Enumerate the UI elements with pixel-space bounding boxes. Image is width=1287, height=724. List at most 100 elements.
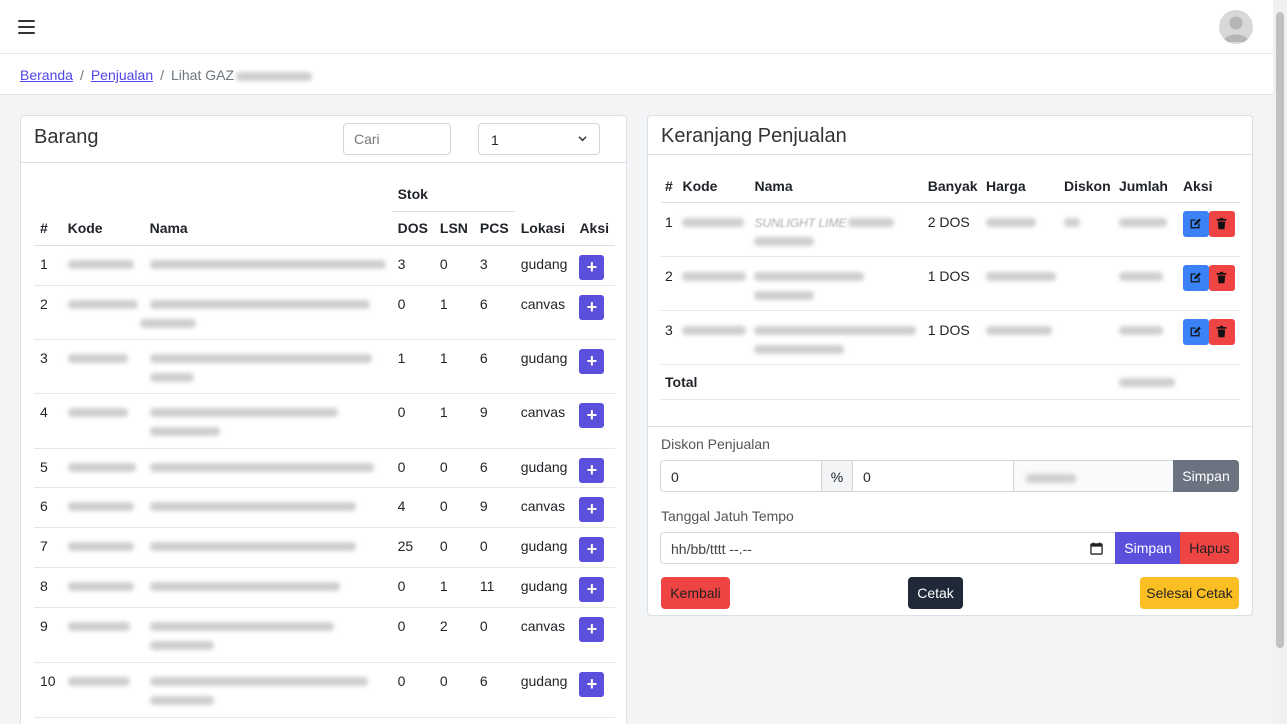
page-select[interactable]: 1 — [478, 123, 600, 155]
table-row: 6 4 0 9 canvas + — [34, 487, 616, 528]
cell-dos: 0 — [391, 285, 434, 340]
add-to-cart-button[interactable]: + — [579, 576, 605, 602]
cell-lokasi: gudang — [514, 245, 574, 286]
header-lokasi: Lokasi — [514, 211, 574, 246]
edit-icon — [1191, 218, 1202, 229]
table-row: 1 SUNLIGHT LIME 2 DOS — [661, 202, 1240, 257]
header-lsn: LSN — [433, 211, 474, 246]
add-to-cart-button[interactable]: + — [579, 671, 605, 697]
calendar-icon[interactable] — [1090, 542, 1103, 555]
chevron-down-icon — [578, 136, 587, 142]
search-input[interactable] — [343, 123, 451, 155]
page-scrollbar[interactable] — [1273, 0, 1287, 724]
add-to-cart-button[interactable]: + — [579, 254, 605, 280]
delete-button[interactable] — [1208, 264, 1235, 291]
selesai-cetak-button[interactable]: Selesai Cetak — [1140, 577, 1239, 609]
simpan-tempo-button[interactable]: Simpan — [1115, 532, 1181, 564]
cell-kode — [61, 245, 144, 286]
edit-button[interactable] — [1182, 318, 1209, 345]
cell-no: 4 — [34, 393, 62, 449]
menu-icon[interactable] — [18, 20, 35, 34]
diskon-percent-input[interactable]: 0 — [660, 460, 822, 492]
cell-pcs: 6 — [473, 285, 515, 340]
cell-diskon — [1059, 310, 1115, 365]
cell-no: 2 — [661, 256, 679, 311]
scrollbar-thumb[interactable] — [1276, 12, 1284, 648]
cell-kode — [61, 285, 144, 340]
breadcrumb-separator: / — [79, 67, 84, 83]
cell-lsn: 1 — [433, 339, 474, 394]
simpan-diskon-button[interactable]: Simpan — [1173, 460, 1239, 492]
barang-table: Stok # Kode Nama DOS LSN PCS Lokasi Aksi… — [34, 177, 616, 718]
breadcrumb-penjualan[interactable]: Penjualan — [91, 67, 153, 83]
cell-lsn: 0 — [433, 527, 474, 568]
cell-pcs: 3 — [473, 245, 515, 286]
cell-nama — [139, 285, 392, 340]
header-kode: Kode — [678, 170, 751, 203]
add-to-cart-button[interactable]: + — [579, 294, 605, 320]
cell-nama — [143, 339, 392, 394]
edit-button[interactable] — [1182, 264, 1209, 291]
breadcrumb-home[interactable]: Beranda — [20, 67, 73, 83]
tempo-date-input[interactable]: hh/bb/tttt --.-- — [660, 532, 1116, 564]
cell-dos: 4 — [391, 487, 434, 528]
cell-no: 2 — [34, 285, 62, 340]
cell-kode — [61, 393, 144, 449]
cell-no: 9 — [34, 607, 62, 663]
edit-button[interactable] — [1182, 210, 1209, 237]
cell-lokasi: canvas — [514, 607, 574, 663]
cell-harga — [981, 310, 1060, 365]
cell-dos: 25 — [391, 527, 434, 568]
cell-no: 1 — [34, 245, 62, 286]
cell-harga — [981, 256, 1060, 311]
cell-kode — [61, 487, 144, 528]
diskon-amount-input[interactable]: 0 — [852, 460, 1014, 492]
header-diskon: Diskon — [1059, 170, 1115, 203]
cell-nama: SUNLIGHT LIME — [750, 202, 924, 257]
table-row: 9 0 2 0 canvas + — [34, 607, 616, 663]
cell-kode — [678, 256, 751, 311]
header-kode: Kode — [61, 211, 144, 246]
total-label: Total — [661, 364, 1115, 400]
cell-no: 1 — [661, 202, 679, 257]
kembali-button[interactable]: Kembali — [661, 577, 730, 609]
cell-pcs: 11 — [473, 567, 515, 608]
add-to-cart-button[interactable]: + — [579, 496, 605, 522]
add-to-cart-button[interactable]: + — [579, 457, 605, 483]
cell-jumlah — [1114, 202, 1179, 257]
cell-nama — [143, 393, 392, 449]
cell-dos: 0 — [391, 393, 434, 449]
cell-dos: 1 — [391, 339, 434, 394]
cell-diskon — [1059, 256, 1115, 311]
add-to-cart-button[interactable]: + — [579, 402, 605, 428]
keranjang-card: Keranjang Penjualan # Kode Nama Banyak H… — [647, 115, 1253, 616]
header-no: # — [34, 211, 62, 246]
add-to-cart-button[interactable]: + — [579, 536, 605, 562]
cell-dos: 0 — [391, 607, 434, 663]
cell-kode — [61, 607, 144, 663]
delete-button[interactable] — [1208, 210, 1235, 237]
cetak-button[interactable]: Cetak — [908, 577, 963, 609]
cell-jumlah — [1114, 310, 1179, 365]
divider — [648, 426, 1252, 427]
cell-dos: 3 — [391, 245, 434, 286]
cell-nama — [143, 245, 392, 286]
cell-lsn: 2 — [433, 607, 474, 663]
diskon-label: Diskon Penjualan — [661, 436, 770, 452]
cell-no: 8 — [34, 567, 62, 608]
add-to-cart-button[interactable]: + — [579, 616, 605, 642]
hapus-tempo-button[interactable]: Hapus — [1180, 532, 1239, 564]
delete-button[interactable] — [1208, 318, 1235, 345]
cell-lokasi: canvas — [514, 285, 574, 340]
cell-lokasi: canvas — [514, 393, 574, 449]
cell-dos: 0 — [391, 662, 434, 718]
tempo-date-placeholder: hh/bb/tttt --.-- — [671, 541, 752, 557]
table-row: 2 0 1 6 canvas + — [34, 285, 616, 340]
add-to-cart-button[interactable]: + — [579, 348, 605, 374]
avatar[interactable] — [1219, 10, 1253, 44]
table-row: 3 1 1 6 gudang + — [34, 339, 616, 394]
trash-icon — [1217, 217, 1227, 230]
table-row: 8 0 1 11 gudang + — [34, 567, 616, 608]
edit-icon — [1191, 272, 1202, 283]
cell-lsn: 0 — [433, 487, 474, 528]
